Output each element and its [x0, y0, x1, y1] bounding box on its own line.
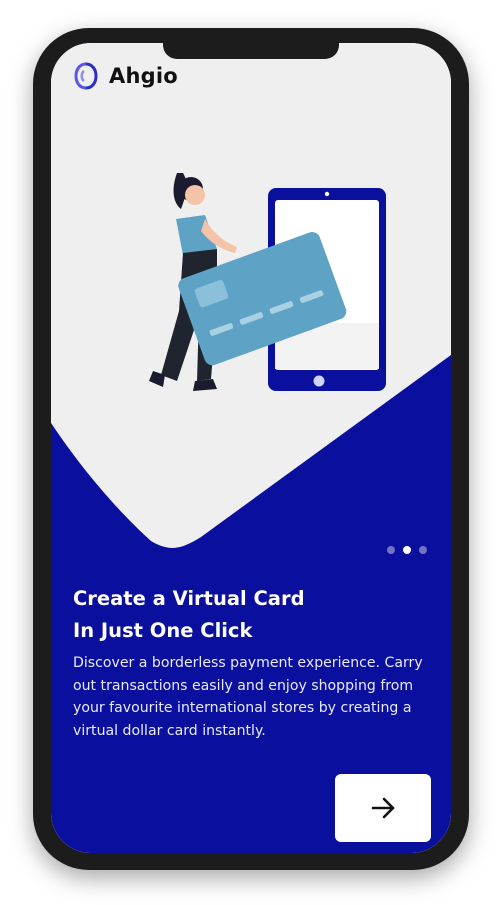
onboarding-screen: Ahgio Create a Virtual Card In Just One … [51, 43, 451, 853]
onboarding-title-line-2: In Just One Click [73, 619, 253, 642]
phone-frame: Ahgio Create a Virtual Card In Just One … [33, 28, 469, 870]
next-button[interactable] [335, 774, 431, 842]
ahgio-logo-icon [74, 62, 98, 90]
pagination-dot-active[interactable] [403, 546, 411, 554]
app-name: Ahgio [109, 64, 178, 88]
arrow-right-icon [371, 797, 395, 819]
phone-notch [163, 43, 339, 59]
app-brand: Ahgio [71, 61, 178, 91]
pagination-dot[interactable] [419, 546, 427, 554]
pagination-dot[interactable] [387, 546, 395, 554]
onboarding-title: Create a Virtual Card In Just One Click [73, 583, 433, 647]
onboarding-pagination [387, 546, 427, 554]
onboarding-title-line-1: Create a Virtual Card [73, 587, 305, 610]
onboarding-description: Discover a borderless payment experience… [73, 655, 423, 739]
